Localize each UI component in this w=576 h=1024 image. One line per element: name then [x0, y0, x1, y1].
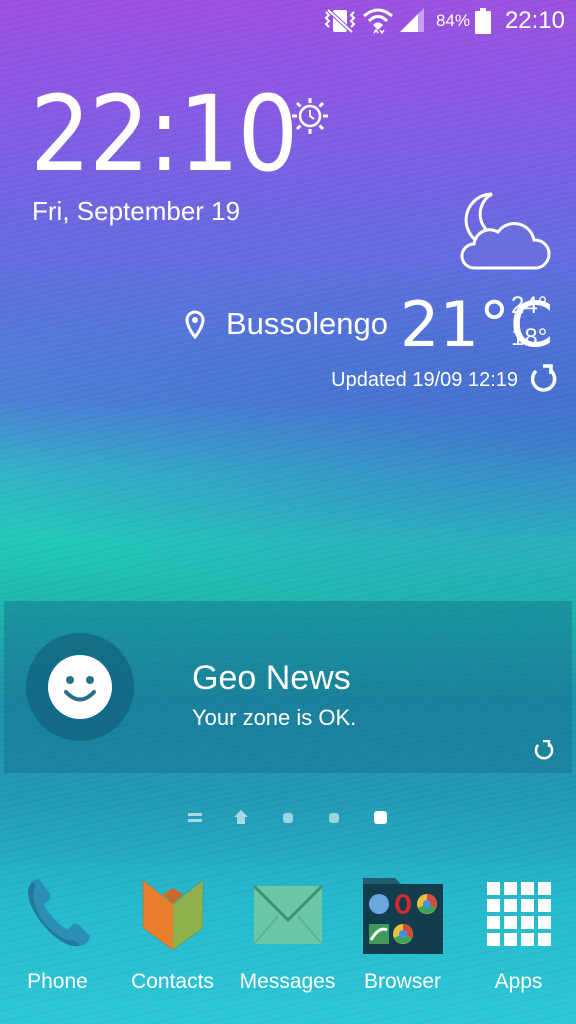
geo-refresh-icon[interactable] — [533, 740, 555, 762]
weather-high: 24° — [511, 292, 548, 319]
dock-label-browser: Browser — [363, 970, 442, 993]
status-bar: 84% 22:10 — [0, 0, 576, 40]
dock-item-browser[interactable]: Browser — [345, 870, 460, 993]
home-page-icon[interactable] — [233, 809, 249, 825]
weather-updated: Updated 19/09 12:19 — [331, 369, 518, 391]
page-dot[interactable] — [283, 813, 293, 823]
page-dot-active[interactable] — [374, 811, 387, 824]
battery-percent: 84% — [435, 11, 470, 30]
dock-label-messages: Messages — [239, 970, 336, 993]
phone-icon — [27, 878, 90, 947]
sun-alarm-icon — [292, 98, 328, 134]
geo-news-badge — [26, 633, 134, 741]
smiley-icon — [48, 655, 112, 719]
page-dot[interactable] — [329, 813, 339, 823]
dock-item-contacts[interactable]: Contacts — [115, 870, 230, 993]
menu-page-icon[interactable] — [188, 812, 202, 824]
dock-label-apps: Apps — [494, 970, 543, 993]
signal-icon — [400, 8, 424, 32]
clock-date: Fri, September 19 — [32, 196, 241, 226]
contacts-icon — [142, 878, 203, 951]
weather-low: 18° — [511, 324, 548, 351]
page-indicator — [0, 808, 576, 828]
dock-label-contacts: Contacts — [131, 970, 214, 993]
wifi-icon — [363, 8, 393, 35]
geo-news-title: Geo News — [192, 659, 351, 697]
dock-item-phone[interactable]: Phone — [0, 870, 115, 993]
dock-item-messages[interactable]: Messages — [230, 870, 345, 993]
location-pin-icon — [185, 310, 205, 340]
moon-cloud-icon[interactable] — [444, 190, 552, 274]
dock-label-phone: Phone — [27, 970, 88, 993]
refresh-icon[interactable] — [528, 364, 558, 394]
geo-news-card[interactable]: Geo News Your zone is OK. — [4, 601, 572, 773]
battery-icon — [475, 8, 491, 34]
messages-icon — [252, 884, 323, 945]
browser-folder-icon — [362, 878, 443, 954]
status-time: 22:10 — [504, 7, 565, 34]
geo-news-subtitle: Your zone is OK. — [192, 705, 357, 730]
weather-location[interactable]: Bussolengo — [226, 306, 388, 342]
clock-time[interactable]: 22:10 — [30, 82, 298, 186]
vibrate-icon — [324, 8, 356, 34]
dock: Phone Contacts Messages Browser Apps — [0, 870, 576, 1010]
apps-grid-icon — [486, 882, 551, 946]
dock-item-apps[interactable]: Apps — [461, 870, 576, 993]
